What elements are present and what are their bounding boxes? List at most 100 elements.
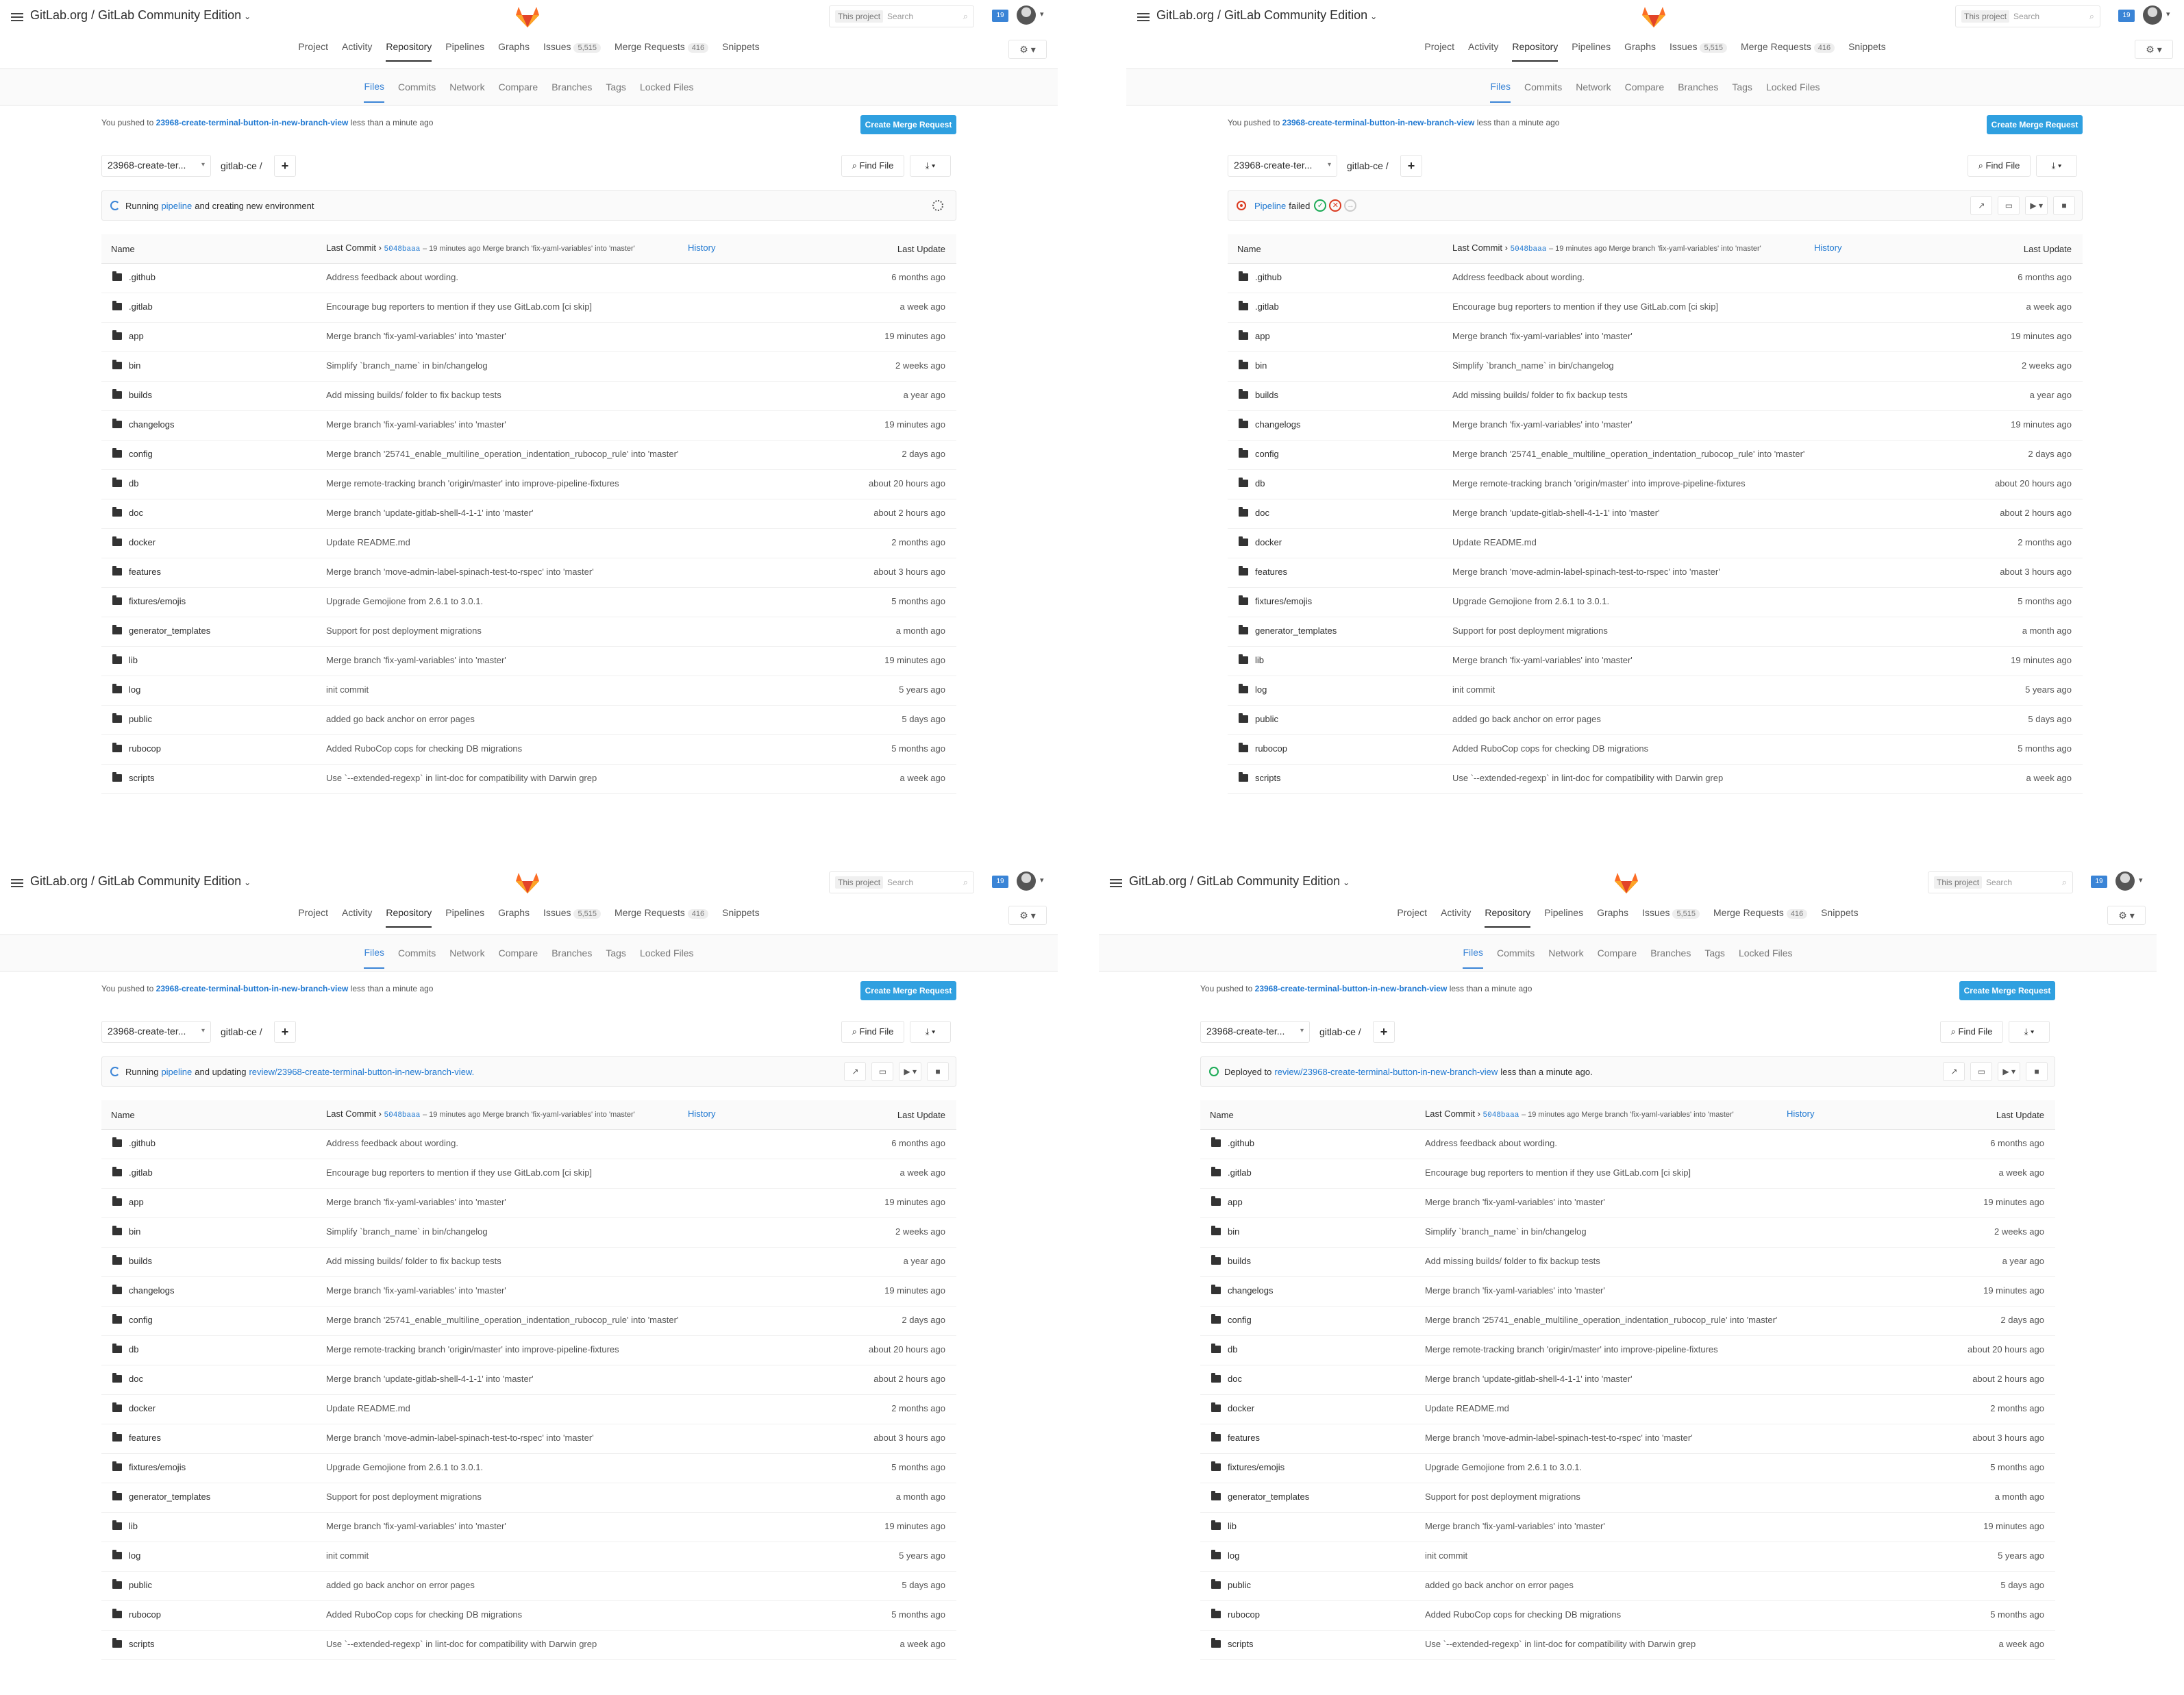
- gear-icon[interactable]: ⚙ ▾: [1008, 906, 1047, 925]
- chevron-down-icon[interactable]: ▾: [1040, 10, 1044, 18]
- commit-message-link[interactable]: Add missing builds/ folder to fix backup…: [1452, 390, 1628, 400]
- commit-message-link[interactable]: Merge branch 'update-gitlab-shell-4-1-1'…: [326, 1374, 534, 1384]
- terminal-icon[interactable]: ▭: [1998, 196, 2020, 215]
- commit-message-link[interactable]: Address feedback about wording.: [326, 1138, 458, 1148]
- nav-tab[interactable]: Pipelines: [445, 41, 484, 62]
- create-merge-request-button[interactable]: Create Merge Request: [860, 115, 956, 134]
- branch-selector[interactable]: 23968-create-ter... ▾: [1228, 155, 1337, 177]
- commit-message-link[interactable]: Encourage bug reporters to mention if th…: [326, 1167, 592, 1178]
- file-name-link[interactable]: builds: [1228, 1256, 1251, 1266]
- commit-message-link[interactable]: Upgrade Gemojione from 2.6.1 to 3.0.1.: [326, 1462, 483, 1472]
- commit-message-link[interactable]: Add missing builds/ folder to fix backup…: [1425, 1256, 1600, 1266]
- history-link[interactable]: History: [1787, 1109, 1814, 1119]
- branch-selector[interactable]: 23968-create-ter... ▾: [1200, 1021, 1310, 1043]
- file-name-link[interactable]: public: [129, 714, 152, 724]
- commit-message-link[interactable]: Use `--extended-regexp` in lint-doc for …: [1452, 773, 1723, 783]
- nav-tab[interactable]: Pipelines: [445, 907, 484, 928]
- subnav-tab[interactable]: Files: [1463, 937, 1484, 969]
- nav-tab[interactable]: Project: [298, 41, 328, 62]
- commit-message-link[interactable]: Merge branch 'fix-yaml-variables' into '…: [1452, 655, 1633, 665]
- file-name-link[interactable]: rubocop: [129, 743, 161, 754]
- subnav-tab[interactable]: Files: [364, 71, 385, 103]
- subnav-tab[interactable]: Compare: [499, 938, 538, 968]
- subnav-tab[interactable]: Commits: [1497, 938, 1535, 968]
- download-icon[interactable]: ⤓ ▾: [910, 155, 951, 177]
- nav-tab[interactable]: Graphs: [498, 41, 530, 62]
- commit-message-link[interactable]: Merge branch 'fix-yaml-variables' into '…: [1425, 1197, 1605, 1207]
- file-name-link[interactable]: doc: [1255, 508, 1269, 518]
- pushed-branch-link[interactable]: 23968-create-terminal-button-in-new-bran…: [1255, 984, 1448, 993]
- avatar[interactable]: [2143, 5, 2162, 25]
- file-name-link[interactable]: .github: [1228, 1138, 1254, 1148]
- play-dropdown-icon[interactable]: ▶ ▾: [899, 1062, 921, 1081]
- commit-message-link[interactable]: Merge branch '25741_enable_multiline_ope…: [326, 1315, 678, 1325]
- file-name-link[interactable]: .gitlab: [129, 1167, 153, 1178]
- commit-message-link[interactable]: Merge branch 'update-gitlab-shell-4-1-1'…: [326, 508, 534, 518]
- nav-tab[interactable]: Merge Requests 416: [615, 907, 709, 928]
- commit-message-link[interactable]: Merge remote-tracking branch 'origin/mas…: [326, 478, 619, 488]
- file-name-link[interactable]: doc: [129, 508, 143, 518]
- history-link[interactable]: History: [1814, 243, 1841, 253]
- find-file-button[interactable]: ⌕ Find File: [841, 155, 904, 177]
- menu-icon[interactable]: [11, 11, 23, 23]
- commit-message-link[interactable]: Simplify `branch_name` in bin/changelog: [1425, 1226, 1587, 1237]
- commit-message-link[interactable]: Added RuboCop cops for checking DB migra…: [1425, 1609, 1621, 1620]
- commit-sha-link[interactable]: 5048baaa: [384, 1111, 421, 1119]
- nav-tab[interactable]: Project: [1397, 907, 1427, 928]
- find-file-button[interactable]: ⌕ Find File: [1940, 1021, 2003, 1043]
- external-link-icon[interactable]: ↗: [1970, 196, 1993, 215]
- nav-tab[interactable]: Snippets: [1848, 41, 1885, 62]
- commit-message-link[interactable]: Merge branch '25741_enable_multiline_ope…: [1425, 1315, 1777, 1325]
- subnav-tab[interactable]: Commits: [398, 72, 436, 102]
- menu-icon[interactable]: [1110, 877, 1122, 889]
- nav-tab[interactable]: Repository: [1485, 907, 1531, 928]
- commit-message-link[interactable]: Upgrade Gemojione from 2.6.1 to 3.0.1.: [326, 596, 483, 606]
- subnav-tab[interactable]: Branches: [551, 938, 592, 968]
- commit-message-link[interactable]: Add missing builds/ folder to fix backup…: [326, 1256, 501, 1266]
- commit-message-link[interactable]: Merge branch 'fix-yaml-variables' into '…: [326, 1285, 506, 1296]
- file-name-link[interactable]: features: [1255, 567, 1287, 577]
- nav-tab[interactable]: Project: [298, 907, 328, 928]
- chevron-down-icon[interactable]: ▾: [2139, 876, 2143, 884]
- play-dropdown-icon[interactable]: ▶ ▾: [2025, 196, 2048, 215]
- commit-message-link[interactable]: Merge branch 'fix-yaml-variables' into '…: [326, 331, 506, 341]
- nav-tab[interactable]: Activity: [1441, 907, 1471, 928]
- nav-tab[interactable]: Activity: [342, 907, 372, 928]
- history-link[interactable]: History: [688, 1109, 715, 1119]
- commit-message-link[interactable]: init commit: [1452, 684, 1495, 695]
- gear-icon[interactable]: ⚙ ▾: [2135, 40, 2173, 59]
- file-name-link[interactable]: log: [1228, 1550, 1239, 1561]
- nav-tab[interactable]: Issues 5,515: [543, 41, 601, 62]
- file-name-link[interactable]: generator_templates: [1228, 1492, 1309, 1502]
- download-icon[interactable]: ⤓ ▾: [910, 1021, 951, 1043]
- file-name-link[interactable]: docker: [129, 1403, 156, 1413]
- search-input[interactable]: This project Search ⌕: [1928, 871, 2073, 893]
- file-name-link[interactable]: .github: [129, 272, 156, 282]
- commit-message-link[interactable]: Support for post deployment migrations: [1452, 626, 1608, 636]
- avatar[interactable]: [2115, 871, 2135, 891]
- file-name-link[interactable]: features: [1228, 1433, 1260, 1443]
- commit-message-link[interactable]: Use `--extended-regexp` in lint-doc for …: [326, 1639, 597, 1649]
- file-name-link[interactable]: db: [129, 1344, 138, 1354]
- nav-tab[interactable]: Merge Requests 416: [1741, 41, 1835, 62]
- branch-selector[interactable]: 23968-create-ter... ▾: [101, 1021, 211, 1043]
- nav-tab[interactable]: Graphs: [1597, 907, 1628, 928]
- pipeline-link[interactable]: pipeline: [161, 201, 192, 211]
- nav-tab[interactable]: Repository: [1512, 41, 1559, 62]
- subnav-tab[interactable]: Locked Files: [1739, 938, 1793, 968]
- todos-icon[interactable]: 19: [2118, 10, 2135, 22]
- nav-tab[interactable]: Pipelines: [1572, 41, 1611, 62]
- nav-tab[interactable]: Activity: [1468, 41, 1498, 62]
- file-name-link[interactable]: docker: [129, 537, 156, 547]
- history-link[interactable]: History: [688, 243, 715, 253]
- create-merge-request-button[interactable]: Create Merge Request: [1959, 981, 2055, 1000]
- file-name-link[interactable]: bin: [129, 360, 140, 371]
- commit-message-link[interactable]: Merge branch 'fix-yaml-variables' into '…: [326, 419, 506, 430]
- search-input[interactable]: This project Search ⌕: [829, 871, 974, 893]
- commit-message-link[interactable]: Merge remote-tracking branch 'origin/mas…: [1425, 1344, 1718, 1354]
- subnav-tab[interactable]: Commits: [1524, 72, 1562, 102]
- file-name-link[interactable]: log: [1255, 684, 1267, 695]
- commit-message-link[interactable]: Add missing builds/ folder to fix backup…: [326, 390, 501, 400]
- commit-message-link[interactable]: Merge branch 'move-admin-label-spinach-t…: [1452, 567, 1720, 577]
- project-title[interactable]: GitLab.org / GitLab Community Edition ⌄: [1129, 874, 1350, 889]
